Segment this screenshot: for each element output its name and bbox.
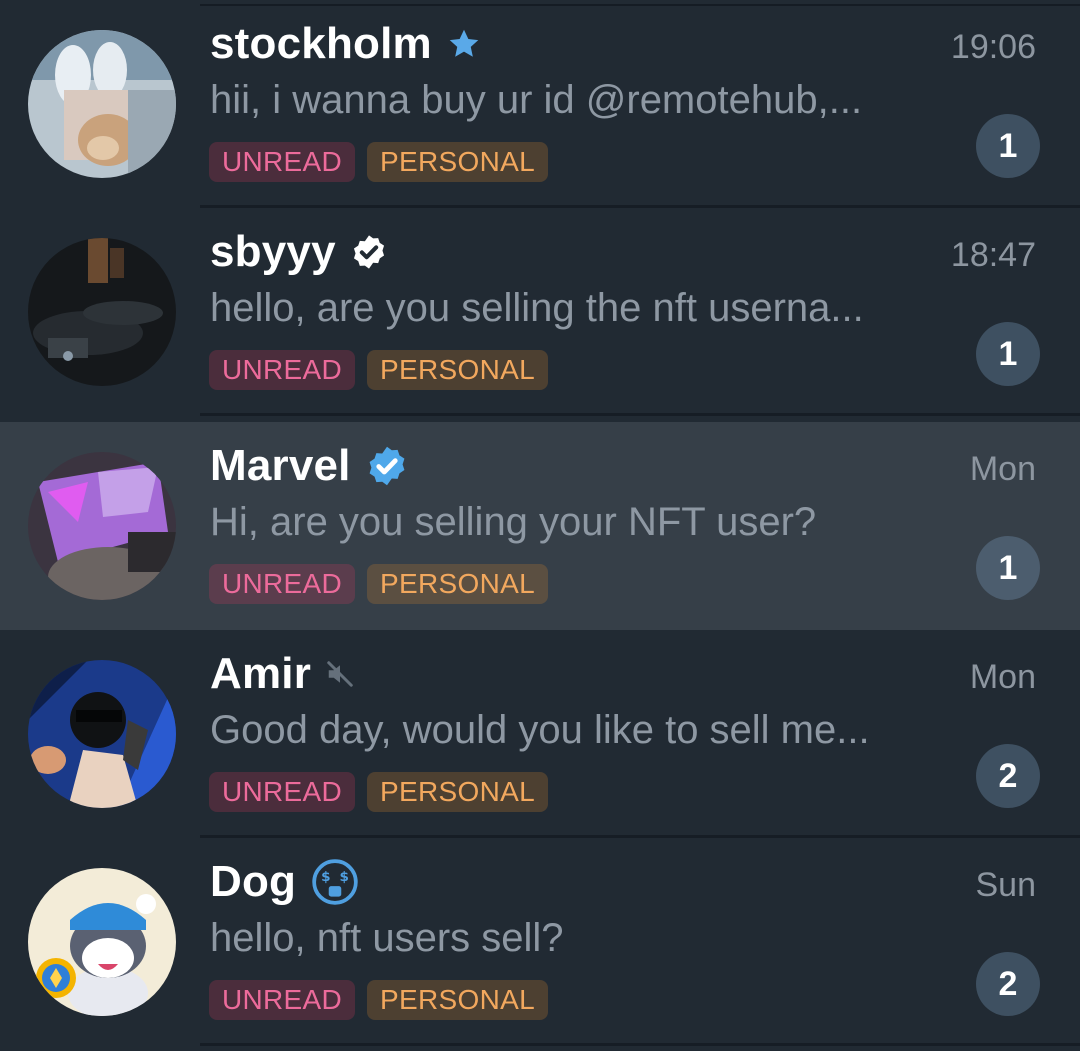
name-line: Amir [210,642,355,706]
chat-name: Marvel [210,441,351,490]
unread-count-badge: 1 [976,536,1040,600]
unread-count-badge: 2 [976,744,1040,808]
chat-time: Mon [969,658,1036,696]
chat-name: Amir [210,649,312,698]
chat-name: stockholm [210,19,432,68]
avatar[interactable] [28,660,176,808]
name-line: Dog $ $ [210,850,360,914]
chat-time: 18:47 [950,236,1036,274]
verified-badge-icon [365,444,409,488]
unread-count-badge: 2 [976,952,1040,1016]
chat-row-amir[interactable]: Amir Mon Good day, would you like to sel… [0,630,1080,838]
chat-time: Mon [969,450,1036,488]
svg-text:$: $ [340,869,349,885]
message-preview: hello, are you selling the nft userna... [210,286,864,330]
unread-count-badge: 1 [976,114,1040,178]
unread-count-badge: 1 [976,322,1040,386]
avatar[interactable] [28,238,176,386]
avatar[interactable] [28,452,176,600]
personal-tag: PERSONAL [367,772,548,812]
chat-row-sbyyy[interactable]: sbyyy 18:47 hello, are you selling the n… [0,208,1080,416]
chat-name: sbyyy [210,227,336,276]
chat-name: Dog [210,857,297,906]
money-face-emoji-icon: $ $ [310,857,360,907]
divider [200,413,1080,416]
chat-tags: UNREAD PERSONAL [209,772,560,812]
chat-time: Sun [975,866,1037,904]
divider [200,1043,1080,1046]
chat-time: 19:06 [950,28,1036,66]
svg-text:$: $ [321,869,330,885]
avatar[interactable] [28,868,176,1016]
chat-tags: UNREAD PERSONAL [209,980,560,1020]
chat-tags: UNREAD PERSONAL [209,142,560,182]
message-preview: Hi, are you selling your NFT user? [210,500,817,544]
muted-speaker-icon [325,659,355,689]
chat-row-stockholm[interactable]: stockholm 19:06 hii, i wanna buy ur id @… [0,0,1080,208]
personal-tag: PERSONAL [367,142,548,182]
unread-tag: UNREAD [209,142,356,182]
personal-tag: PERSONAL [367,564,548,604]
star-icon [446,26,482,62]
verified-check-icon [350,233,388,271]
unread-tag: UNREAD [209,980,356,1020]
unread-tag: UNREAD [209,564,356,604]
chat-row-dog[interactable]: Dog $ $ Sun hello, nft users sell? UNREA… [0,838,1080,1046]
personal-tag: PERSONAL [367,350,548,390]
avatar[interactable] [28,30,176,178]
personal-tag: PERSONAL [367,980,548,1020]
name-line: stockholm [210,12,482,76]
name-line: Marvel [210,434,409,498]
unread-tag: UNREAD [209,350,356,390]
message-preview: Good day, would you like to sell me... [210,708,870,752]
message-preview: hello, nft users sell? [210,916,564,960]
message-preview: hii, i wanna buy ur id @remotehub,... [210,78,863,122]
chat-tags: UNREAD PERSONAL [209,564,560,604]
name-line: sbyyy [210,220,388,284]
chat-row-marvel[interactable]: Marvel Mon Hi, are you selling your NFT … [0,422,1080,630]
unread-tag: UNREAD [209,772,356,812]
chat-tags: UNREAD PERSONAL [209,350,560,390]
chat-list: stockholm 19:06 hii, i wanna buy ur id @… [0,0,1080,1051]
